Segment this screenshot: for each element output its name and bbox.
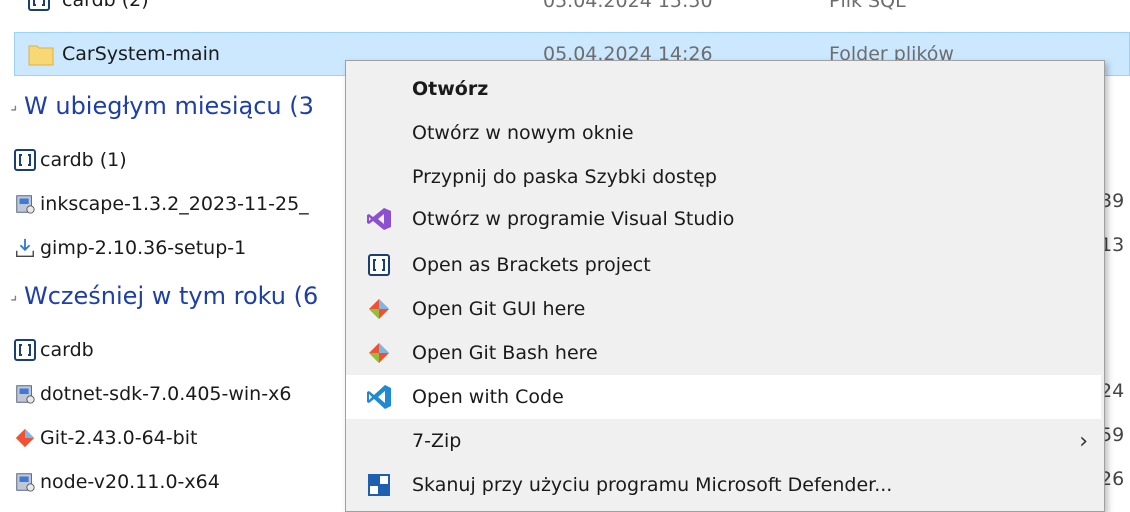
file-name: CarSystem-main: [62, 43, 220, 65]
download-icon: [14, 237, 36, 259]
list-item[interactable]: cardb: [0, 328, 94, 372]
menu-item-git-bash[interactable]: Open Git Bash here: [346, 331, 1104, 375]
installer-icon: [14, 471, 36, 493]
folder-icon: [28, 43, 54, 66]
file-name: gimp-2.10.36-setup-1: [40, 237, 247, 259]
file-name: Git-2.43.0-64-bit: [40, 427, 198, 449]
list-item[interactable]: dotnet-sdk-7.0.405-win-x6: [0, 372, 291, 416]
group-label: W ubiegłym miesiącu (3: [24, 92, 314, 120]
group-header-earlier[interactable]: ⌄ Wcześniej w tym roku (6: [0, 274, 319, 318]
submenu-arrow-icon: ›: [1079, 428, 1088, 454]
file-name: node-v20.11.0-x64: [40, 471, 220, 493]
list-item[interactable]: gimp-2.10.36-setup-1: [0, 226, 246, 270]
installer-icon: [14, 383, 36, 405]
file-date: 05.04.2024 15:50: [543, 0, 713, 12]
file-name: dotnet-sdk-7.0.405-win-x6: [40, 383, 292, 405]
file-name: cardb: [40, 339, 94, 361]
list-item[interactable]: Git-2.43.0-64-bit: [0, 416, 197, 460]
group-label: Wcześniej w tym roku (6: [24, 282, 319, 310]
git-icon: [366, 296, 392, 322]
git-icon: [14, 427, 36, 449]
list-item-selected[interactable]: CarSystem-main: [14, 32, 220, 76]
menu-item-brackets[interactable]: Open as Brackets project: [346, 243, 1104, 287]
file-name: cardb (2): [62, 0, 149, 11]
defender-icon: [366, 472, 392, 498]
menu-item-pin-quick-access[interactable]: Przypnij do paska Szybki dostęp: [346, 155, 1104, 199]
menu-item-7zip[interactable]: 7-Zip ›: [346, 419, 1104, 463]
list-item[interactable]: node-v20.11.0-x64: [0, 460, 220, 504]
menu-item-defender-scan[interactable]: Skanuj przy użyciu programu Microsoft De…: [346, 463, 1104, 507]
menu-item-git-gui[interactable]: Open Git GUI here: [346, 287, 1104, 331]
menu-item-open[interactable]: Otwórz: [346, 67, 1104, 111]
menu-item-open-visual-studio[interactable]: Otwórz w programie Visual Studio: [346, 197, 1104, 241]
brackets-file-icon: [14, 339, 36, 361]
file-name: cardb (1): [40, 149, 127, 171]
list-item[interactable]: cardb (2): [14, 0, 149, 22]
visual-studio-icon: [366, 206, 392, 232]
context-menu: Otwórz Otwórz w nowym oknie Przypnij do …: [345, 60, 1105, 512]
list-item[interactable]: cardb (1): [0, 138, 127, 182]
menu-item-open-new-window[interactable]: Otwórz w nowym oknie: [346, 111, 1104, 155]
brackets-file-icon: [14, 149, 36, 171]
list-item[interactable]: inkscape-1.3.2_2023-11-25_: [0, 182, 309, 226]
git-icon: [366, 340, 392, 366]
vscode-icon: [366, 384, 392, 410]
group-header-last-month[interactable]: ⌄ W ubiegłym miesiącu (3: [0, 84, 314, 128]
menu-item-open-with-code[interactable]: Open with Code: [346, 375, 1101, 419]
file-type: Plik SQL: [829, 0, 906, 12]
brackets-file-icon: [28, 0, 50, 11]
installer-icon: [14, 193, 36, 215]
brackets-icon: [366, 252, 392, 278]
file-name: inkscape-1.3.2_2023-11-25_: [40, 193, 309, 215]
